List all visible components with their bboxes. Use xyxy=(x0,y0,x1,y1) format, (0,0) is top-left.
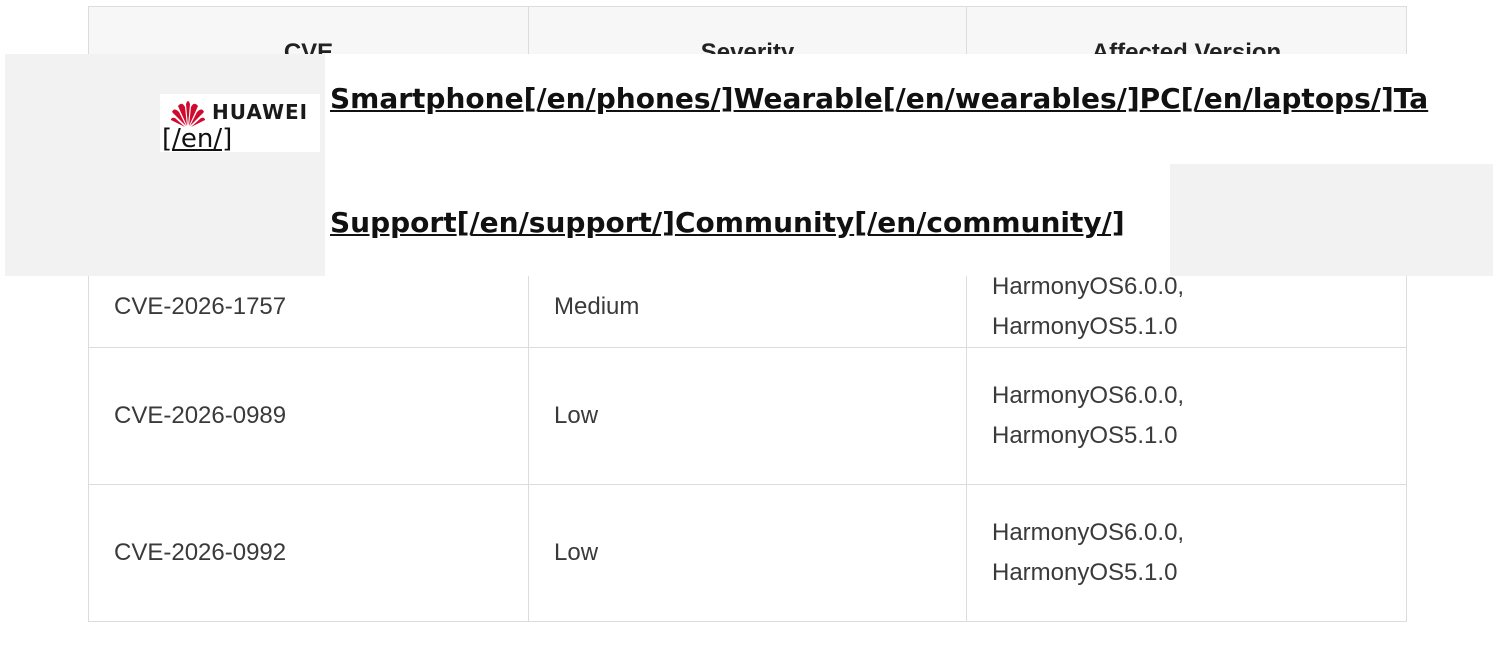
nav-link-community[interactable]: Community[/en/community/] xyxy=(675,206,1125,239)
page: CVE Severity Affected Version CVE-2026-1… xyxy=(0,0,1493,645)
nav-link-pc[interactable]: PC[/en/laptops/] xyxy=(1140,82,1394,115)
huawei-logo-link[interactable]: HUAWEI [/en/] xyxy=(160,94,320,154)
table-row: CVE-2026-0992 Low HarmonyOS6.0.0, Harmon… xyxy=(88,484,1407,622)
version-line: HarmonyOS5.1.0 xyxy=(992,422,1178,449)
nav-background-right xyxy=(1170,164,1493,276)
version-line: HarmonyOS5.1.0 xyxy=(992,313,1178,340)
nav-link-smartphone[interactable]: Smartphone[/en/phones/] xyxy=(330,82,734,115)
logo-href-text: [/en/] xyxy=(162,124,233,154)
cve-id: CVE-2026-0989 xyxy=(88,347,529,485)
logo-wordmark: HUAWEI xyxy=(212,100,309,124)
cve-id: CVE-2026-0992 xyxy=(88,484,529,622)
version-line: HarmonyOS6.0.0, xyxy=(992,382,1185,409)
severity: Low xyxy=(528,347,967,485)
severity: Low xyxy=(528,484,967,622)
version-line: HarmonyOS5.1.0 xyxy=(992,559,1178,586)
affected-versions: HarmonyOS6.0.0, HarmonyOS5.1.0 xyxy=(966,347,1407,485)
table-row: CVE-2026-0989 Low HarmonyOS6.0.0, Harmon… xyxy=(88,347,1407,485)
nav-link-wearable[interactable]: Wearable[/en/wearables/] xyxy=(734,82,1140,115)
nav-links-row-2: Support[/en/support/]Community[/en/commu… xyxy=(330,206,1125,239)
nav-link-support[interactable]: Support[/en/support/] xyxy=(330,206,675,239)
affected-versions: HarmonyOS6.0.0, HarmonyOS5.1.0 xyxy=(966,484,1407,622)
nav-link-tablet[interactable]: Ta xyxy=(1394,82,1428,115)
version-line: HarmonyOS6.0.0, xyxy=(992,519,1185,546)
nav-background-left xyxy=(5,54,325,276)
site-navigation: Smartphone[/en/phones/]Wearable[/en/wear… xyxy=(5,54,1493,276)
nav-links-row-1: Smartphone[/en/phones/]Wearable[/en/wear… xyxy=(330,82,1428,115)
